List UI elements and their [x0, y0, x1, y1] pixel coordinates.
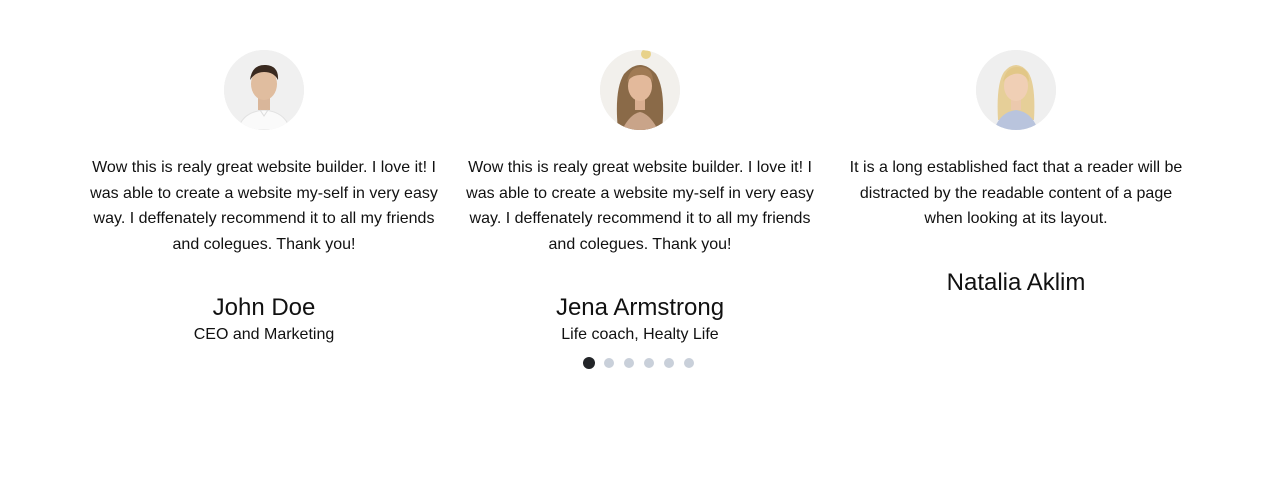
testimonial-card: It is a long established fact that a rea… [840, 50, 1192, 297]
testimonial-quote: Wow this is realy great website builder.… [466, 159, 814, 253]
avatar [224, 50, 304, 130]
pagination-dot[interactable] [603, 357, 615, 369]
carousel-pagination [583, 357, 695, 369]
pagination-dot[interactable] [643, 357, 655, 369]
pagination-dot[interactable] [583, 357, 595, 369]
testimonial-card: Wow this is realy great website builder.… [464, 50, 816, 345]
testimonial-role: Life coach, Healty Life [561, 326, 719, 343]
testimonial-role: CEO and Marketing [193, 326, 335, 343]
testimonial-card: Wow this is realy great website builder.… [88, 50, 440, 345]
testimonial-name: Natalia Aklim [946, 268, 1086, 296]
avatar [600, 50, 680, 130]
testimonial-quote: It is a long established fact that a rea… [849, 159, 1183, 227]
pagination-dot[interactable] [623, 357, 635, 369]
pagination-dot[interactable] [683, 357, 695, 369]
pagination-dot[interactable] [663, 357, 675, 369]
testimonial-quote: Wow this is realy great website builder.… [90, 159, 438, 253]
testimonial-name: Jena Armstrong [555, 294, 725, 321]
testimonial-name: John Doe [212, 294, 316, 321]
avatar [976, 50, 1056, 130]
testimonials-carousel: Wow this is realy great website builder.… [0, 0, 1280, 494]
